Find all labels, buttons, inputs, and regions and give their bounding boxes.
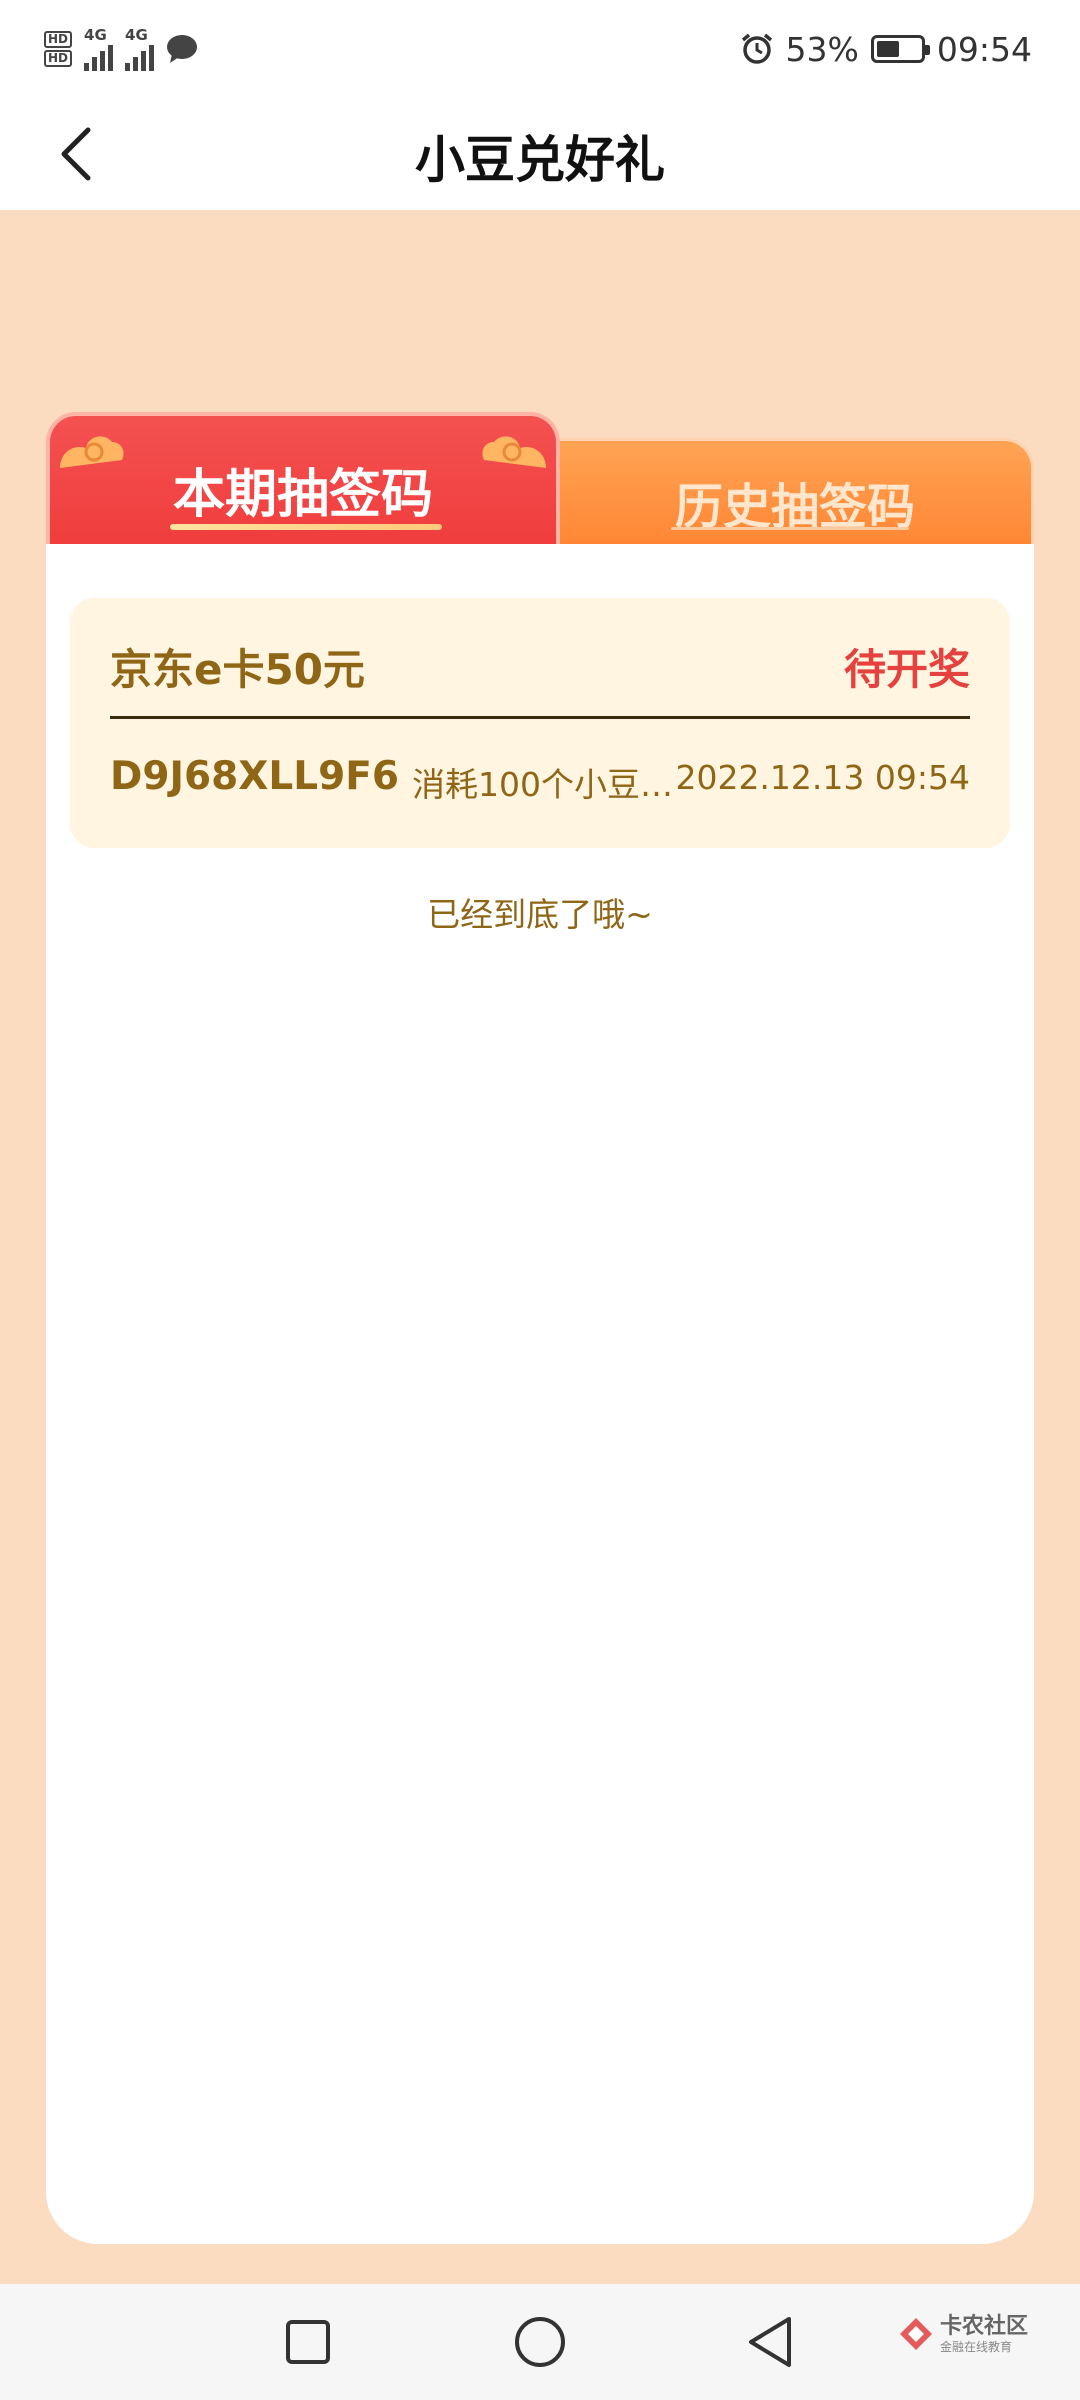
prize-name: 京东e卡50元 — [110, 645, 365, 694]
app-header: 小豆兑好礼 — [0, 98, 1080, 210]
end-of-list-tip: 已经到底了哦~ — [427, 895, 653, 934]
battery-icon — [870, 35, 930, 63]
back-nav-button[interactable] — [732, 2304, 808, 2380]
tab-active-indicator — [170, 524, 442, 530]
square-icon — [286, 2320, 330, 2364]
signal-icon: 4G — [84, 25, 114, 71]
timestamp: 2022.12.13 09:54 — [675, 758, 970, 797]
tab-history-codes[interactable]: 历史抽签码 — [556, 438, 1034, 544]
triangle-back-icon — [749, 2317, 791, 2367]
watermark-subtitle: 金融在线教育 — [940, 2340, 1013, 2354]
recents-button[interactable] — [270, 2304, 346, 2380]
circle-icon — [515, 2317, 565, 2367]
status-left: HD HD 4G 4G — [44, 26, 198, 72]
network-type-label: 4G — [84, 25, 107, 44]
battery-fill — [876, 41, 900, 57]
status-bar: HD HD 4G 4G 53% 09:54 — [0, 0, 1080, 98]
status-right: 53% 09:54 — [740, 26, 1032, 72]
alarm-icon — [741, 33, 772, 64]
divider — [110, 716, 970, 719]
tab-underline — [671, 527, 909, 530]
home-button[interactable] — [502, 2304, 578, 2380]
battery-percent: 53% — [785, 29, 859, 69]
system-nav-bar: 卡农社区 金融在线教育 — [0, 2284, 1080, 2400]
clock: 09:54 — [936, 29, 1032, 69]
tab-label: 本期抽签码 — [172, 465, 433, 525]
message-icon — [167, 35, 198, 63]
hd-icon: HD HD — [44, 30, 73, 68]
watermark: 卡农社区 金融在线教育 — [898, 2314, 1028, 2354]
cost-text: 消耗100个小豆… — [412, 765, 673, 804]
status-badge: 待开奖 — [843, 645, 970, 694]
list-item[interactable]: 京东e卡50元 待开奖 D9J68XLL9F6 消耗100个小豆… 2022.1… — [70, 598, 1010, 848]
signal-icon-2: 4G — [125, 25, 155, 71]
watermark-title: 卡农社区 — [940, 2314, 1029, 2339]
page-title: 小豆兑好礼 — [415, 131, 665, 189]
draw-code: D9J68XLL9F6 — [110, 754, 399, 799]
content-panel: 京东e卡50元 待开奖 D9J68XLL9F6 消耗100个小豆… 2022.1… — [46, 542, 1034, 2244]
network-type-label-2: 4G — [125, 25, 148, 44]
logo-icon — [900, 2318, 932, 2350]
tab-current-codes[interactable]: 本期抽签码 — [46, 412, 560, 544]
